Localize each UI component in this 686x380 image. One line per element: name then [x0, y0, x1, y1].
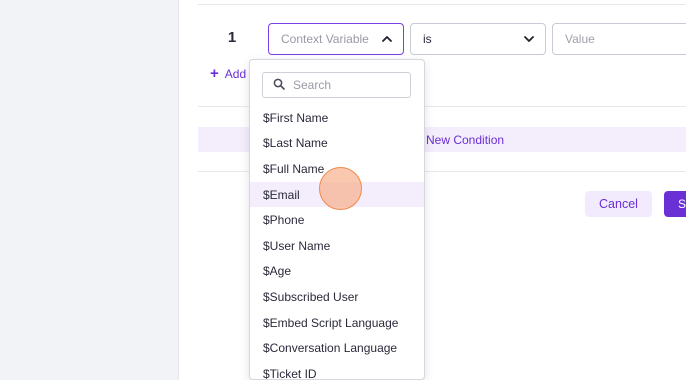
- value-select[interactable]: Value: [552, 23, 686, 55]
- dropdown-search-input[interactable]: Search: [262, 72, 411, 98]
- dropdown-option[interactable]: $User Name: [250, 233, 424, 259]
- add-condition-link[interactable]: + Add: [210, 65, 247, 82]
- cursor-indicator: [319, 167, 362, 210]
- page: 1 Context Variable is Value + Add New Co…: [0, 0, 686, 380]
- add-label: Add: [224, 67, 247, 81]
- dropdown-option[interactable]: $First Name: [250, 105, 424, 131]
- dropdown-option[interactable]: $Conversation Language: [250, 335, 424, 361]
- search-icon: [273, 78, 285, 93]
- cancel-button[interactable]: Cancel: [585, 191, 652, 217]
- condition-index: 1: [227, 29, 237, 46]
- dropdown-option[interactable]: $Subscribed User: [250, 284, 424, 310]
- chevron-up-icon: [381, 33, 393, 45]
- operator-select[interactable]: is: [410, 23, 546, 55]
- value-placeholder: Value: [565, 32, 595, 46]
- dropdown-option[interactable]: $Last Name: [250, 131, 424, 157]
- chevron-down-icon: [523, 33, 535, 45]
- dropdown-option[interactable]: $Age: [250, 259, 424, 285]
- plus-icon: +: [210, 65, 219, 82]
- operator-value: is: [423, 32, 432, 46]
- left-gutter: [0, 0, 179, 380]
- context-variable-placeholder: Context Variable: [281, 32, 369, 46]
- context-variable-dropdown: Search $First Name $Last Name $Full Name $E…: [249, 59, 425, 380]
- dropdown-list: $First Name $Last Name $Full Name $Email $Ph…: [250, 105, 424, 379]
- dropdown-option[interactable]: $Phone: [250, 207, 424, 233]
- new-condition-label[interactable]: New Condition: [426, 133, 504, 147]
- context-variable-select[interactable]: Context Variable: [268, 23, 404, 55]
- save-button[interactable]: S: [664, 191, 686, 217]
- search-placeholder: Search: [293, 78, 332, 92]
- divider: [198, 4, 686, 5]
- dropdown-option[interactable]: $Ticket ID: [250, 361, 424, 379]
- dropdown-option[interactable]: $Embed Script Language: [250, 310, 424, 336]
